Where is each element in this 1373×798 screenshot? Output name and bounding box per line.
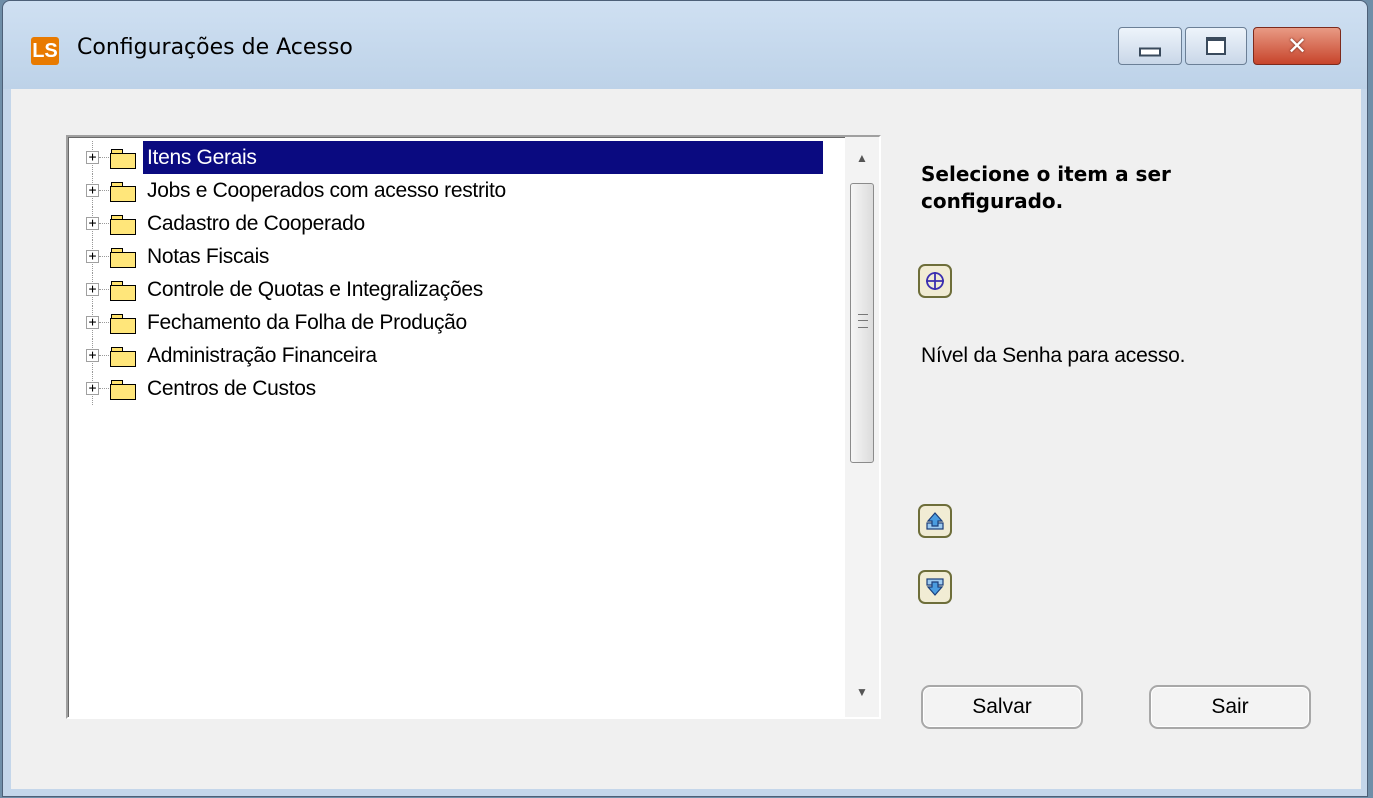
- tree-node-label: Cadastro de Cooperado: [147, 212, 365, 235]
- folder-icon: [110, 149, 136, 169]
- maximize-icon: [1206, 37, 1226, 55]
- folder-icon: [110, 248, 136, 268]
- level-down-button[interactable]: [918, 570, 952, 604]
- close-icon: ✕: [1286, 32, 1308, 60]
- move-up-icon: [926, 512, 944, 530]
- tree-connector-branch: [99, 388, 109, 389]
- tree-connector-branch: [99, 289, 109, 290]
- tree-connector-branch: [99, 223, 109, 224]
- folder-icon: [110, 281, 136, 301]
- dialog-body: + Itens Gerais + Jobs e Cooperados com aces…: [11, 89, 1361, 789]
- expand-plus-icon[interactable]: +: [86, 250, 99, 263]
- configuracoes-de-acesso-window: LS Configurações de Acesso ✕ + Itens Gera…: [2, 0, 1368, 797]
- expand-plus-icon[interactable]: +: [86, 382, 99, 395]
- minimize-icon: [1139, 47, 1161, 57]
- tree-connector-branch: [99, 355, 109, 356]
- level-up-button[interactable]: [918, 504, 952, 538]
- tree-node[interactable]: + Controle de Quotas e Integralizações: [68, 273, 838, 306]
- tree-node[interactable]: + Fechamento da Folha de Produção: [68, 306, 838, 339]
- tree-node-label: Administração Financeira: [147, 344, 377, 367]
- exit-button[interactable]: Sair: [1149, 685, 1311, 729]
- folder-icon: [110, 347, 136, 367]
- scroll-up-arrow-icon[interactable]: ▲: [845, 143, 879, 173]
- password-level-label: Nível da Senha para acesso.: [921, 344, 1186, 367]
- tree-node[interactable]: + Notas Fiscais: [68, 240, 838, 273]
- folder-icon: [110, 215, 136, 235]
- expand-plus-icon[interactable]: +: [86, 184, 99, 197]
- save-button[interactable]: Salvar: [921, 685, 1083, 729]
- tree-node-label: Controle de Quotas e Integralizações: [147, 278, 483, 301]
- tree-node-label: Itens Gerais: [143, 141, 823, 174]
- expand-plus-icon[interactable]: +: [86, 283, 99, 296]
- tree-connector-branch: [99, 256, 109, 257]
- expand-plus-icon[interactable]: +: [86, 349, 99, 362]
- tree-list: + Itens Gerais + Jobs e Cooperados com aces…: [68, 141, 838, 405]
- scrollbar-thumb[interactable]: [850, 183, 874, 463]
- tree-node[interactable]: + Administração Financeira: [68, 339, 838, 372]
- move-down-icon: [926, 578, 944, 596]
- tree-node[interactable]: + Centros de Custos: [68, 372, 838, 405]
- select-item-prompt: Selecione o item a ser configurado.: [921, 162, 1171, 213]
- tree-node-label: Notas Fiscais: [147, 245, 270, 268]
- access-tree-view[interactable]: + Itens Gerais + Jobs e Cooperados com aces…: [66, 135, 881, 719]
- tree-node-label: Fechamento da Folha de Produção: [147, 311, 467, 334]
- tree-node-label: Jobs e Cooperados com acesso restrito: [147, 179, 506, 202]
- tree-node[interactable]: + Cadastro de Cooperado: [68, 207, 838, 240]
- maximize-button[interactable]: [1185, 27, 1247, 65]
- expand-plus-icon[interactable]: +: [86, 151, 99, 164]
- close-button[interactable]: ✕: [1253, 27, 1341, 65]
- crosshair-button[interactable]: [918, 264, 952, 298]
- expand-plus-icon[interactable]: +: [86, 217, 99, 230]
- tree-connector-branch: [99, 157, 109, 158]
- vertical-scrollbar[interactable]: ▲ ▼: [845, 137, 879, 717]
- crosshair-icon: [926, 272, 944, 290]
- tree-node-label: Centros de Custos: [147, 377, 316, 400]
- window-title: Configurações de Acesso: [77, 35, 353, 60]
- folder-icon: [110, 314, 136, 334]
- scrollbar-grip-icon: [858, 314, 868, 328]
- title-bar[interactable]: LS Configurações de Acesso ✕: [3, 1, 1367, 89]
- tree-connector-branch: [99, 190, 109, 191]
- tree-node[interactable]: + Jobs e Cooperados com acesso restrito: [68, 174, 838, 207]
- tree-node[interactable]: + Itens Gerais: [68, 141, 838, 174]
- app-logo-icon: LS: [31, 37, 59, 65]
- expand-plus-icon[interactable]: +: [86, 316, 99, 329]
- scroll-down-arrow-icon[interactable]: ▼: [845, 677, 879, 707]
- folder-icon: [110, 380, 136, 400]
- tree-connector-branch: [99, 322, 109, 323]
- minimize-button[interactable]: [1118, 27, 1182, 65]
- folder-icon: [110, 182, 136, 202]
